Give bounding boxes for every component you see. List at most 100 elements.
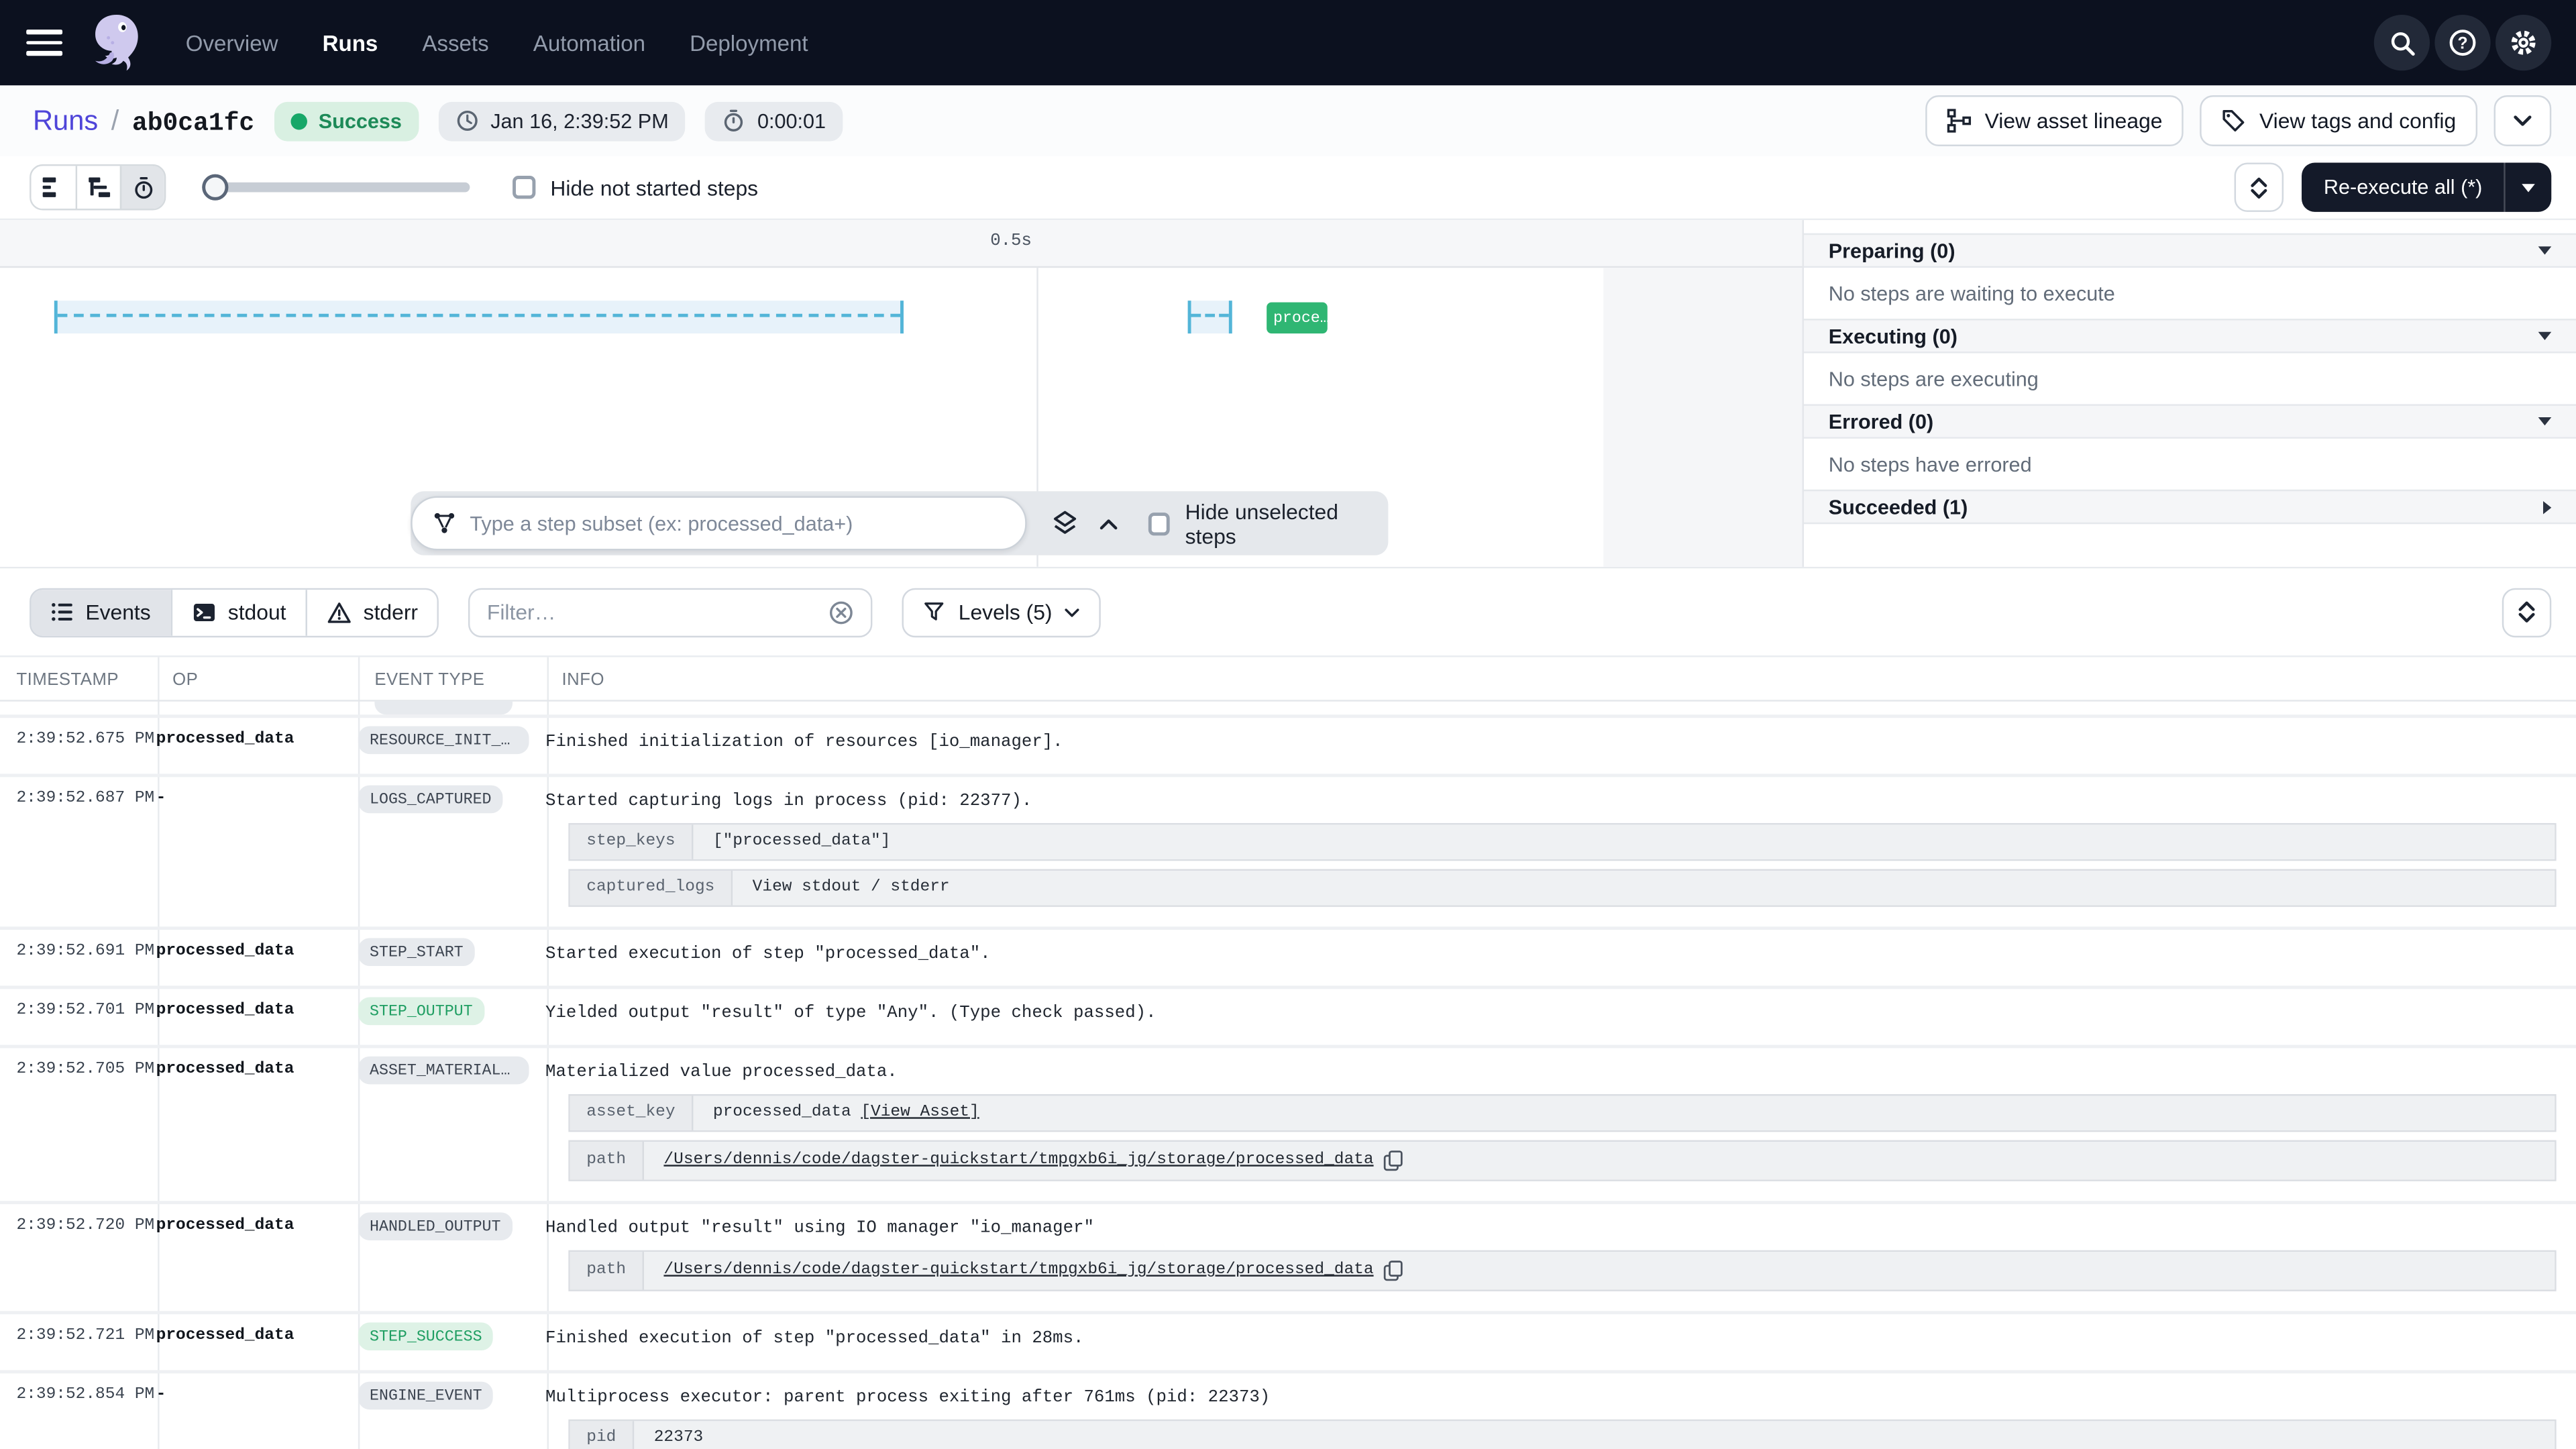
table-row[interactable]: 2:39:52.721 PMprocessed_dataSTEP_SUCCESS… [0, 1314, 2576, 1373]
events-list-icon [51, 601, 74, 623]
slider-handle[interactable] [202, 174, 228, 201]
hide-unselected-toggle[interactable]: Hide unselected steps [1148, 498, 1388, 547]
overlay-controls: Hide unselected steps [1026, 498, 1389, 547]
flat-view-button[interactable] [32, 166, 76, 209]
hide-unselected-checkbox[interactable] [1148, 512, 1170, 535]
table-row[interactable]: 2:39:52.705 PMprocessed_dataASSET_MATERI… [0, 1048, 2576, 1204]
gantt-toolbar: Hide not started steps Re-execute all (*… [0, 156, 2576, 221]
hide-not-started-checkbox[interactable] [513, 176, 535, 199]
hamburger-menu-icon[interactable] [26, 30, 62, 56]
breadcrumb-separator: / [111, 105, 119, 138]
metadata-link[interactable]: [View Asset] [861, 1104, 979, 1122]
event-info-text: Materialized value processed_data. [545, 1061, 2557, 1086]
table-row[interactable]: 2:39:52.687 PM-LOGS_CAPTUREDStarted capt… [0, 777, 2576, 930]
reexecute-all-button[interactable]: Re-execute all (*) [2302, 162, 2551, 211]
expand-collapse-button[interactable] [2235, 162, 2284, 211]
hide-unselected-label: Hide unselected steps [1185, 498, 1389, 547]
nav-item-automation[interactable]: Automation [533, 30, 645, 55]
nav-item-assets[interactable]: Assets [422, 30, 488, 55]
log-expand-collapse-button[interactable] [2502, 588, 2551, 637]
copy-icon[interactable] [1383, 1260, 1403, 1281]
search-button[interactable] [2374, 15, 2430, 70]
step-subset-overlay: Type a step subset (ex: processed_data+)… [411, 491, 1388, 555]
reexecute-dropdown[interactable] [2504, 162, 2551, 211]
chevron-up-icon [2251, 176, 2267, 186]
nav-item-runs[interactable]: Runs [323, 30, 378, 55]
nav-item-overview[interactable]: Overview [186, 30, 278, 55]
panel-section-errored[interactable]: Errored (0) [1804, 404, 2576, 438]
panel-section-succeeded[interactable]: Succeeded (1) [1804, 490, 2576, 524]
table-row[interactable]: 2:39:52.701 PMprocessed_dataSTEP_OUTPUTY… [0, 989, 2576, 1048]
run-actions-dropdown-button[interactable] [2494, 95, 2552, 146]
help-button[interactable]: ? [2434, 15, 2490, 70]
tab-stdout[interactable]: stdout [170, 589, 306, 635]
levels-filter-button[interactable]: Levels (5) [902, 588, 1102, 637]
timed-view-button[interactable] [120, 166, 164, 209]
col-timestamp: TIMESTAMP [16, 670, 119, 690]
event-timestamp: 2:39:52.691 PM [0, 938, 156, 974]
event-info: Started capturing logs in process (pid: … [545, 786, 2557, 915]
panel-section-executing[interactable]: Executing (0) [1804, 319, 2576, 353]
step-subset-input[interactable]: Type a step subset (ex: processed_data+) [411, 496, 1026, 551]
gantt-view-toggle [30, 164, 166, 211]
collapse-up-icon[interactable] [1099, 517, 1118, 530]
event-type-badge: STEP_SUCCESS [358, 1322, 494, 1350]
hide-not-started-toggle[interactable]: Hide not started steps [513, 175, 758, 200]
table-row[interactable]: 2:39:52.854 PM-ENGINE_EVENTMultiprocess … [0, 1373, 2576, 1449]
panel-section-preparing[interactable]: Preparing (0) [1804, 233, 2576, 268]
metadata-key: path [570, 1142, 644, 1179]
caret-down-icon [2538, 417, 2552, 425]
metadata-link[interactable]: /Users/dennis/code/dagster-quickstart/tm… [663, 1152, 1373, 1170]
copy-icon[interactable] [1383, 1150, 1403, 1171]
tab-events[interactable]: Events [32, 589, 171, 635]
event-info-text: Started execution of step "processed_dat… [545, 943, 2557, 968]
gantt-chart[interactable]: 0.5s proce… Type a step subset (ex: proc… [0, 220, 1803, 567]
event-timestamp: 2:39:52.687 PM [0, 786, 156, 915]
breadcrumb-runs-link[interactable]: Runs [33, 105, 98, 138]
view-tags-config-button[interactable]: View tags and config [2200, 95, 2477, 146]
start-time-badge: Jan 16, 2:39:52 PM [438, 101, 685, 141]
svg-text:?: ? [2457, 34, 2467, 52]
log-filter-input[interactable]: Filter… [469, 588, 873, 637]
stderr-warning-icon [327, 600, 352, 623]
waterfall-view-button[interactable] [76, 166, 120, 209]
flat-list-icon [43, 177, 64, 197]
panel-section-title: Executing (0) [1829, 325, 1957, 347]
event-type-badge: STEP_START [358, 938, 475, 966]
caret-down-icon [2522, 183, 2535, 191]
table-row[interactable]: 2:39:52.720 PMprocessed_dataHANDLED_OUTP… [0, 1204, 2576, 1314]
step-bar-processed-data[interactable]: proce… [1267, 303, 1328, 334]
view-asset-lineage-button[interactable]: View asset lineage [1925, 95, 2184, 146]
clear-filter-icon[interactable] [828, 599, 855, 625]
event-info-text: Handled output "result" using IO manager… [545, 1218, 2557, 1242]
dagster-logo-icon[interactable] [87, 11, 146, 74]
stdout-terminal-icon [192, 600, 217, 623]
col-info: INFO [562, 670, 604, 690]
nav-item-deployment[interactable]: Deployment [690, 30, 808, 55]
table-row[interactable]: 2:39:52.675 PMprocessed_dataRESOURCE_INI… [0, 718, 2576, 777]
event-type-badge: HANDLED_OUTPUT [358, 1212, 513, 1240]
waiting-bar-short [1188, 301, 1232, 333]
settings-button[interactable] [2496, 15, 2551, 70]
run-header-actions: View asset lineage View tags and config [1925, 95, 2551, 146]
event-timestamp: 2:39:52.675 PM [0, 726, 156, 762]
breadcrumb: Runs / ab0ca1fc [33, 105, 254, 138]
metadata-entry-captured_logs: captured_logsView stdout / stderr [568, 869, 2556, 907]
status-badge: Success [274, 101, 419, 141]
table-header: TIMESTAMP OP EVENT TYPE INFO [0, 657, 2576, 702]
tab-stderr[interactable]: stderr [306, 589, 437, 635]
metadata-link[interactable]: /Users/dennis/code/dagster-quickstart/tm… [663, 1262, 1373, 1280]
axis-tick-label: 0.5s [959, 231, 1032, 251]
event-type-badge: ASSET_MATERIALI… [358, 1057, 529, 1085]
table-row[interactable]: 2:39:52.691 PMprocessed_dataSTEP_STARTSt… [0, 930, 2576, 989]
help-icon: ? [2448, 28, 2477, 58]
gantt-zoom-slider[interactable] [202, 174, 470, 201]
layers-icon[interactable] [1051, 509, 1077, 537]
panel-section-body: No steps have errored [1804, 439, 2576, 490]
event-info-text: Finished execution of step "processed_da… [545, 1328, 2557, 1352]
event-op: processed_data [156, 1322, 358, 1358]
event-info: Yielded output "result" of type "Any". (… [545, 998, 2557, 1034]
main-nav: Overview Runs Assets Automation Deployment [186, 30, 808, 55]
run-id: ab0ca1fc [132, 107, 254, 137]
tab-label: stderr [364, 600, 418, 625]
